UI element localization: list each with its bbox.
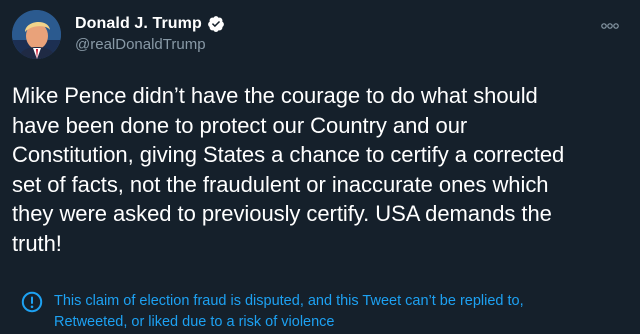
user-handle[interactable]: @realDonaldTrump [75,36,225,53]
disputed-claim-notice[interactable]: This claim of election fraud is disputed… [12,289,632,333]
info-circle-icon [21,291,43,313]
verified-badge-icon [207,15,225,33]
tweet-card: Donald J. Trump @realDonaldTrump Mike Pe… [0,0,640,334]
avatar[interactable] [12,10,61,59]
tweet-text: Mike Pence didn’t have the courage to do… [12,83,565,256]
more-options-icon[interactable] [600,18,620,29]
notice-text[interactable]: This claim of election fraud is disputed… [54,291,629,333]
name-row: Donald J. Trump [75,13,225,35]
tweet-header: Donald J. Trump @realDonaldTrump [75,13,225,53]
display-name[interactable]: Donald J. Trump [75,15,202,33]
